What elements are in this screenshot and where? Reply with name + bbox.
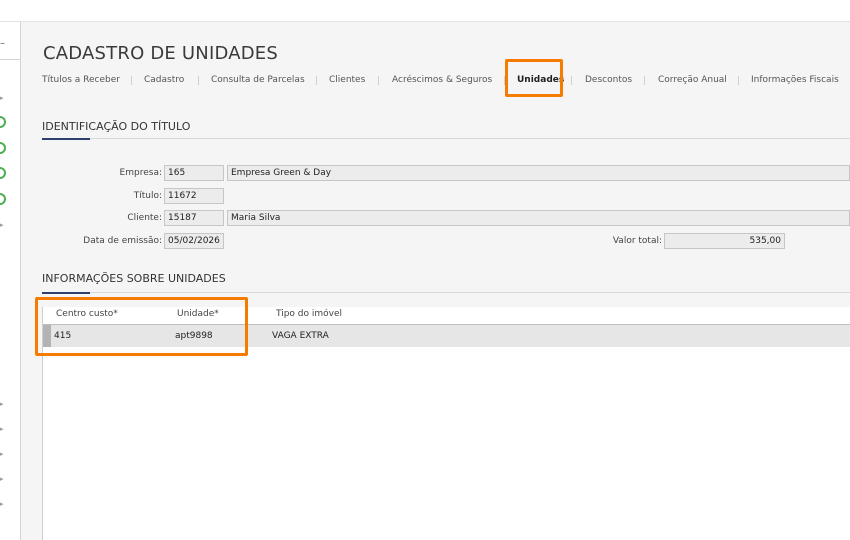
section-title-unidades: INFORMAÇÕES SOBRE UNIDADES	[42, 272, 226, 285]
empresa-label: Empresa:	[119, 168, 162, 178]
tab-separator	[198, 76, 199, 85]
section-divider	[42, 292, 850, 293]
tab-clientes[interactable]: Clientes	[329, 75, 365, 85]
tab-cadastro[interactable]: Cadastro	[144, 75, 184, 85]
tab-separator	[378, 76, 379, 85]
titulo-label: Título:	[133, 191, 162, 201]
chevron-right-icon[interactable]: ▸	[0, 450, 4, 458]
chevron-right-icon[interactable]: ▸	[0, 94, 4, 102]
status-ok-icon	[0, 116, 6, 128]
data-emissao-label: Data de emissão:	[83, 236, 162, 246]
chevron-right-icon[interactable]: ▸	[0, 425, 4, 433]
tab-separator	[316, 76, 317, 85]
chevron-right-icon[interactable]: ▸	[0, 475, 4, 483]
section-title-identificacao: IDENTIFICAÇÃO DO TÍTULO	[42, 120, 191, 133]
grid-highlight-box	[35, 297, 248, 356]
section-accent	[42, 292, 90, 294]
tab-separator	[738, 76, 739, 85]
status-ok-icon	[0, 167, 6, 179]
tab-separator	[644, 76, 645, 85]
valor-total-label: Valor total:	[612, 236, 662, 246]
main-panel: CADASTRO DE UNIDADES Títulos a Receber C…	[21, 22, 850, 540]
top-bar	[0, 0, 850, 22]
tab-acrescimos-seguros[interactable]: Acréscimos & Seguros	[392, 75, 492, 85]
tab-separator	[571, 76, 572, 85]
page-title: CADASTRO DE UNIDADES	[43, 43, 278, 64]
sidebar: – ▸ ▸ ▸ ▸ ▸ ▸ ▸	[0, 22, 21, 540]
cell-tipo-imovel[interactable]: VAGA EXTRA	[272, 331, 329, 341]
cliente-label: Cliente:	[127, 213, 162, 223]
chevron-right-icon[interactable]: ▸	[0, 400, 4, 408]
section-accent	[42, 138, 90, 140]
collapse-icon[interactable]: –	[0, 38, 5, 49]
tab-informacoes-fiscais[interactable]: Informações Fiscais	[751, 75, 839, 85]
cliente-name-field[interactable]: Maria Silva	[227, 210, 850, 226]
valor-total-field[interactable]: 535,00	[664, 233, 785, 249]
tab-titulos-a-receber[interactable]: Títulos a Receber	[42, 75, 120, 85]
sidebar-divider	[0, 59, 20, 60]
section-divider	[42, 138, 850, 139]
titulo-field[interactable]: 11672	[164, 188, 224, 204]
empresa-name-field[interactable]: Empresa Green & Day	[227, 165, 850, 181]
tab-highlight-box	[505, 59, 563, 97]
status-ok-icon	[0, 142, 6, 154]
tab-consulta-de-parcelas[interactable]: Consulta de Parcelas	[211, 75, 305, 85]
tab-separator	[131, 76, 132, 85]
tab-correcao-anual[interactable]: Correção Anual	[658, 75, 727, 85]
tab-descontos[interactable]: Descontos	[585, 75, 632, 85]
empresa-code-field[interactable]: 165	[164, 165, 224, 181]
data-emissao-field[interactable]: 05/02/2026	[164, 233, 224, 249]
chevron-right-icon[interactable]: ▸	[0, 221, 4, 229]
status-ok-icon	[0, 193, 6, 205]
column-header-tipo-imovel[interactable]: Tipo do imóvel	[276, 309, 342, 319]
chevron-right-icon[interactable]: ▸	[0, 500, 4, 508]
cliente-code-field[interactable]: 15187	[164, 210, 224, 226]
